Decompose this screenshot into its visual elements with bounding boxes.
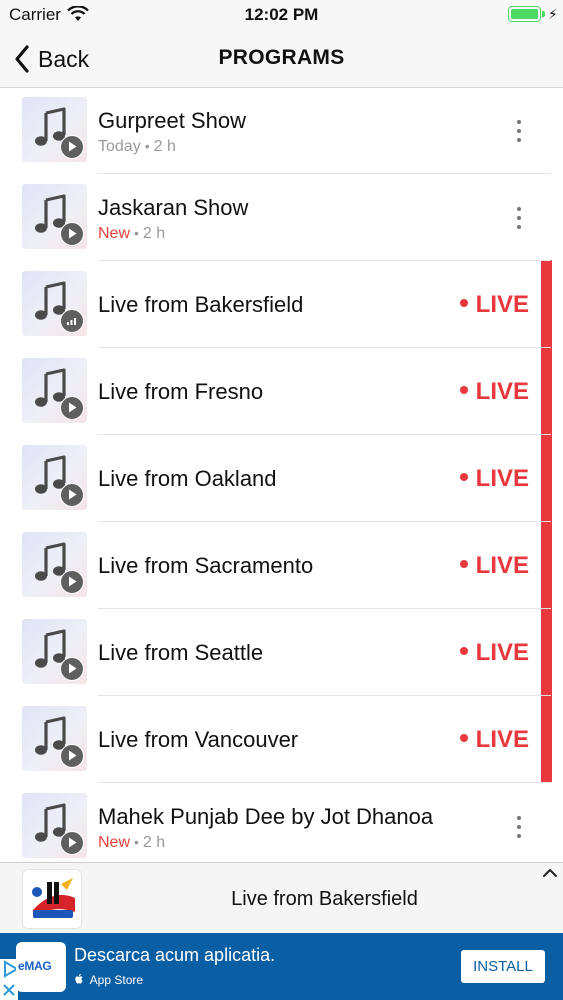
ad-store-text: App Store (89, 973, 144, 987)
program-thumbnail (22, 532, 87, 597)
live-dot-icon (459, 559, 468, 568)
program-thumbnail (22, 445, 87, 510)
more-options-icon[interactable] (508, 116, 530, 146)
separator-dot: • (134, 225, 139, 241)
program-title: Gurpreet Show (98, 108, 246, 133)
live-program-row[interactable]: Live from Sacramento LIVE (0, 522, 563, 609)
ad-app-icon: eMAG (16, 942, 66, 992)
battery-icon (508, 6, 541, 22)
live-dot-icon (459, 472, 468, 481)
program-meta: New • 2 h (98, 225, 165, 243)
program-row[interactable]: Jaskaran Show New • 2 h (0, 174, 563, 261)
program-title: Live from Oakland (98, 466, 277, 491)
play-icon (60, 831, 84, 855)
install-button[interactable]: INSTALL (461, 950, 545, 983)
play-icon (60, 222, 84, 246)
chevron-up-icon[interactable] (542, 867, 558, 879)
more-options-icon[interactable] (508, 203, 530, 233)
live-label: LIVE (475, 378, 529, 405)
program-thumbnail (22, 97, 87, 162)
program-duration: 2 h (153, 138, 176, 155)
page-title: PROGRAMS (218, 46, 345, 69)
program-status: Today (98, 138, 141, 155)
ad-brand: eMAG (18, 959, 52, 973)
program-title: Live from Fresno (98, 379, 264, 404)
program-thumbnail (22, 271, 87, 336)
clock: 12:02 PM (244, 5, 319, 24)
program-row[interactable]: Gurpreet Show Today • 2 h (0, 87, 563, 174)
live-label: LIVE (475, 465, 529, 492)
live-indicator: LIVE (459, 726, 529, 754)
play-icon (60, 744, 84, 768)
program-list[interactable]: Gurpreet Show Today • 2 h Jaskaran Show New • 2… (0, 87, 563, 862)
program-duration: 2 h (142, 225, 166, 242)
navigation-bar: Back PROGRAMS (0, 30, 563, 88)
ad-store-label: App Store (74, 973, 143, 987)
live-indicator: LIVE (459, 378, 529, 406)
play-icon (60, 396, 84, 420)
live-indicator: LIVE (459, 291, 529, 319)
now-playing-title: Live from Bakersfield (231, 888, 418, 910)
program-thumbnail (22, 184, 87, 249)
program-title: Mahek Punjab Dee by Jot Dhanoa (98, 804, 434, 829)
charging-bolt-icon: ⚡ (548, 6, 558, 22)
program-thumbnail (22, 358, 87, 423)
live-program-row[interactable]: Live from Vancouver LIVE (0, 696, 563, 783)
status-bar: Carrier 12:02 PM ⚡ (0, 0, 563, 30)
more-options-icon[interactable] (508, 812, 530, 842)
program-title: Live from Sacramento (98, 553, 314, 578)
program-thumbnail (22, 706, 87, 771)
live-label: LIVE (475, 726, 529, 753)
live-label: LIVE (475, 552, 529, 579)
separator-dot: • (134, 834, 139, 850)
apple-icon (75, 973, 83, 984)
signal-bars-icon (60, 309, 84, 333)
live-program-row[interactable]: Live from Oakland LIVE (0, 435, 563, 522)
live-label: LIVE (475, 291, 529, 318)
program-meta: New • 2 h (98, 834, 165, 852)
mini-player[interactable]: Live from Bakersfield (0, 862, 563, 933)
ad-message: Descarca acum aplicatia. (74, 945, 276, 965)
play-icon (60, 657, 84, 681)
program-thumbnail (22, 793, 87, 858)
live-program-row[interactable]: Live from Seattle LIVE (0, 609, 563, 696)
program-title: Live from Seattle (98, 640, 264, 665)
play-icon (60, 135, 84, 159)
program-title: Live from Vancouver (98, 727, 299, 752)
live-indicator: LIVE (459, 465, 529, 493)
program-row[interactable]: Mahek Punjab Dee by Jot Dhanoa New • 2 h (0, 783, 563, 862)
live-label: LIVE (475, 639, 529, 666)
ad-banner[interactable]: eMAG Descarca acum aplicatia. App Store … (0, 933, 563, 1000)
live-program-row[interactable]: Live from Fresno LIVE (0, 348, 563, 435)
live-dot-icon (459, 298, 468, 307)
program-title: Live from Bakersfield (98, 292, 304, 317)
battery-tip (542, 11, 545, 17)
live-indicator: LIVE (459, 552, 529, 580)
program-thumbnail (22, 619, 87, 684)
program-status: New (98, 834, 131, 851)
program-title: Jaskaran Show (98, 195, 249, 220)
play-icon (60, 570, 84, 594)
live-indicator: LIVE (459, 639, 529, 667)
live-program-row[interactable]: Live from Bakersfield LIVE (0, 261, 563, 348)
play-icon (60, 483, 84, 507)
program-status: New (98, 225, 131, 242)
live-dot-icon (459, 733, 468, 742)
program-duration: 2 h (142, 834, 166, 851)
live-dot-icon (459, 646, 468, 655)
live-dot-icon (459, 385, 468, 394)
program-meta: Today • 2 h (98, 138, 176, 156)
station-logo-icon (22, 869, 82, 929)
separator-dot: • (144, 138, 150, 154)
